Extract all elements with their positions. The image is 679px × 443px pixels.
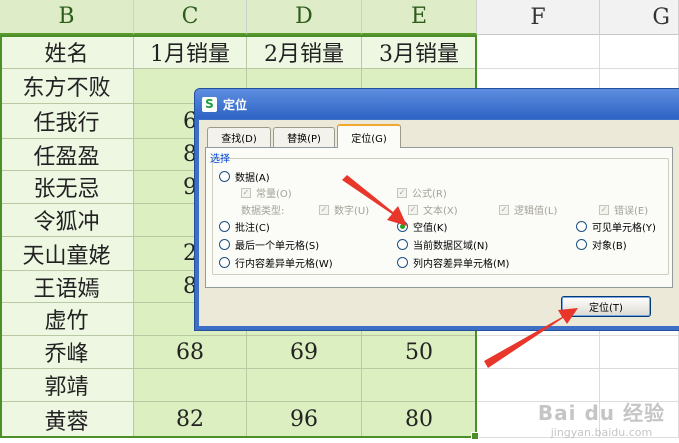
jan-cell[interactable]: 68: [134, 336, 247, 369]
baidu-jingyan-watermark: Bai du 经验 jingyan.baidu.com: [538, 397, 665, 439]
name-cell[interactable]: 东方不败: [0, 69, 134, 104]
checkbox-text-label: 文本(X): [423, 206, 458, 217]
empty-cell[interactable]: [600, 336, 679, 369]
watermark-logo: Bai du 经验: [537, 401, 665, 425]
empty-cell[interactable]: [477, 336, 600, 369]
checkbox-text: ✓ 文本(X): [408, 202, 458, 217]
header-cell-mar[interactable]: 3月销量: [362, 35, 477, 69]
header-cell-name[interactable]: 姓名: [0, 35, 134, 69]
feb-cell[interactable]: 96: [247, 402, 362, 438]
column-header-e[interactable]: E: [362, 0, 477, 35]
dialog-body: 查找(D) 替换(P) 定位(G) 选择 数据(A) ✓ 常量(O) ✓ 公式(…: [199, 120, 679, 326]
column-header-b[interactable]: B: [0, 0, 134, 35]
name-cell[interactable]: 令狐冲: [0, 204, 134, 237]
data-type-label: 数据类型:: [241, 206, 285, 217]
radio-indicator: [576, 239, 587, 250]
radio-indicator: [576, 221, 587, 232]
checkbox-logical: ✓ 逻辑值(L): [499, 202, 557, 217]
name-cell[interactable]: 虚竹: [0, 303, 134, 336]
checkbox-constants-label: 常量(O): [256, 189, 292, 200]
radio-current-region-label: 当前数据区域(N): [413, 241, 489, 252]
name-cell[interactable]: 黄蓉: [0, 402, 134, 438]
radio-objects-label: 对象(B): [592, 241, 627, 252]
tab-find[interactable]: 查找(D): [207, 127, 271, 147]
checkbox-indicator: ✓: [241, 187, 251, 198]
wps-s-icon: S: [202, 96, 217, 112]
checkbox-indicator: ✓: [408, 204, 418, 215]
radio-indicator: [397, 257, 408, 268]
column-header-f[interactable]: F: [477, 0, 600, 35]
jan-cell[interactable]: 82: [134, 402, 247, 438]
column-header-g[interactable]: G: [600, 0, 679, 35]
radio-objects[interactable]: 对象(B): [576, 237, 627, 252]
header-cell-feb[interactable]: 2月销量: [247, 35, 362, 69]
feb-cell[interactable]: [247, 369, 362, 402]
radio-row-differences[interactable]: 行内容差异单元格(W): [219, 255, 333, 270]
name-cell[interactable]: 乔峰: [0, 336, 134, 369]
jan-cell[interactable]: [134, 369, 247, 402]
radio-current-region[interactable]: 当前数据区域(N): [397, 237, 488, 252]
locate-button[interactable]: 定位(T): [561, 296, 651, 317]
empty-cell[interactable]: [477, 35, 600, 69]
checkbox-formulas: ✓ 公式(R): [397, 185, 447, 200]
mar-cell[interactable]: [362, 369, 477, 402]
radio-column-differences[interactable]: 列内容差异单元格(M): [397, 255, 509, 270]
goto-tab-panel: 选择 数据(A) ✓ 常量(O) ✓ 公式(R) 数据类型: ✓ 数字(U) ✓…: [205, 147, 673, 288]
empty-cell[interactable]: [600, 35, 679, 69]
radio-visible-cells[interactable]: 可见单元格(Y): [576, 219, 656, 234]
radio-indicator: [219, 239, 230, 250]
radio-indicator: [219, 257, 230, 268]
checkbox-number: ✓ 数字(U): [319, 202, 369, 217]
feb-cell[interactable]: 69: [247, 336, 362, 369]
radio-data-label: 数据(A): [235, 173, 270, 184]
dialog-titlebar[interactable]: S 定位: [195, 89, 679, 119]
name-cell[interactable]: 张无忌: [0, 171, 134, 204]
checkbox-indicator: ✓: [397, 187, 407, 198]
checkbox-error-label: 错误(E): [614, 206, 649, 217]
checkbox-indicator: ✓: [499, 204, 509, 215]
column-header-d[interactable]: D: [247, 0, 362, 35]
header-cell-jan[interactable]: 1月销量: [134, 35, 247, 69]
checkbox-formulas-label: 公式(R): [412, 189, 447, 200]
radio-data[interactable]: 数据(A): [219, 169, 270, 184]
radio-comments[interactable]: 批注(C): [219, 219, 270, 234]
radio-last-cell[interactable]: 最后一个单元格(S): [219, 237, 319, 252]
tab-goto[interactable]: 定位(G): [337, 124, 401, 148]
radio-column-differences-label: 列内容差异单元格(M): [413, 259, 510, 270]
group-label: 选择: [210, 154, 230, 165]
radio-indicator: [219, 221, 230, 232]
name-cell[interactable]: 天山童姥: [0, 237, 134, 271]
watermark-url: jingyan.baidu.com: [550, 426, 653, 439]
dialog-title: 定位: [223, 97, 248, 112]
mar-cell[interactable]: 50: [362, 336, 477, 369]
mar-cell[interactable]: 80: [362, 402, 477, 438]
radio-visible-cells-label: 可见单元格(Y): [592, 223, 656, 234]
checkbox-constants: ✓ 常量(O): [241, 185, 292, 200]
radio-indicator: [219, 171, 230, 182]
name-cell[interactable]: 郭靖: [0, 369, 134, 402]
name-cell[interactable]: 任盈盈: [0, 139, 134, 171]
name-cell[interactable]: 任我行: [0, 104, 134, 139]
radio-blanks-label: 空值(K): [413, 223, 448, 234]
tab-replace[interactable]: 替换(P): [273, 127, 335, 147]
radio-comments-label: 批注(C): [235, 223, 270, 234]
checkbox-error: ✓ 错误(E): [599, 202, 648, 217]
radio-last-cell-label: 最后一个单元格(S): [235, 241, 320, 252]
checkbox-indicator: ✓: [319, 204, 329, 215]
checkbox-logical-label: 逻辑值(L): [514, 206, 558, 217]
checkbox-number-label: 数字(U): [334, 206, 370, 217]
go-to-dialog: S 定位 查找(D) 替换(P) 定位(G) 选择 数据(A) ✓ 常量(O) …: [194, 88, 679, 331]
radio-row-differences-label: 行内容差异单元格(W): [235, 259, 333, 270]
checkbox-indicator: ✓: [599, 204, 609, 215]
name-cell[interactable]: 王语嫣: [0, 271, 134, 303]
radio-indicator-selected: [397, 221, 408, 232]
radio-indicator: [397, 239, 408, 250]
radio-blanks[interactable]: 空值(K): [397, 219, 447, 234]
column-header-c[interactable]: C: [134, 0, 247, 35]
